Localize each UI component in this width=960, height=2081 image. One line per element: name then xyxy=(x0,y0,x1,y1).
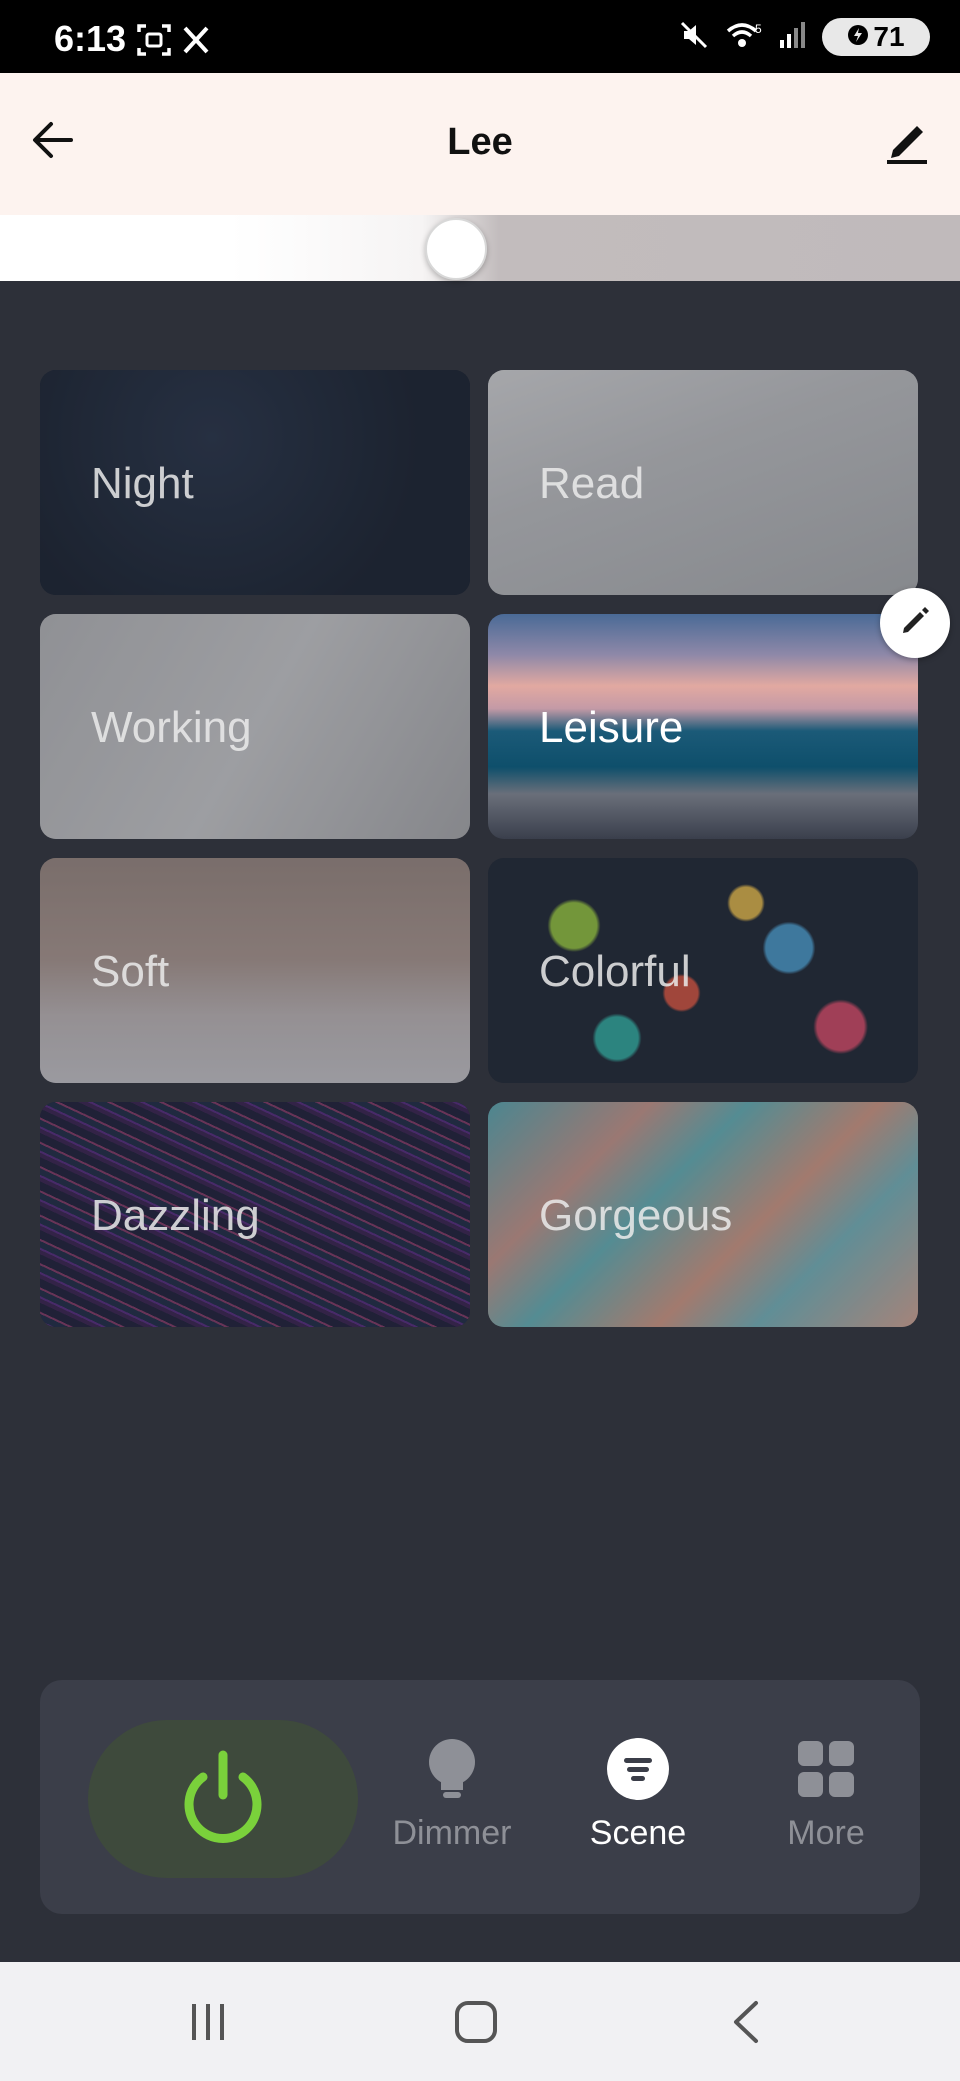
scene-label: Night xyxy=(91,459,194,508)
grid-icon xyxy=(796,1739,856,1804)
control-panel: Dimmer Scene More xyxy=(40,1680,920,1914)
header: Lee xyxy=(0,73,960,215)
scene-icon xyxy=(606,1737,670,1806)
scene-label: Read xyxy=(539,459,645,508)
status-time: 6:13 xyxy=(54,18,127,59)
scene-card-night[interactable]: Night xyxy=(40,370,470,595)
scene-card-read[interactable]: Read xyxy=(488,370,918,595)
nav-more-label: More xyxy=(787,1814,865,1852)
power-button[interactable] xyxy=(88,1720,358,1878)
nav-more[interactable]: More xyxy=(751,1738,901,1853)
recent-apps-icon xyxy=(186,2000,230,2049)
pencil-icon xyxy=(898,604,932,643)
pencil-icon xyxy=(883,118,929,169)
mute-icon xyxy=(678,19,710,56)
scene-label: Soft xyxy=(91,947,170,996)
scene-label: Gorgeous xyxy=(539,1191,733,1240)
scene-card-leisure[interactable]: Leisure xyxy=(488,614,918,839)
home-button[interactable] xyxy=(446,1996,506,2052)
scene-label: Colorful xyxy=(539,947,691,996)
scene-card-colorful[interactable]: Colorful xyxy=(488,858,918,1083)
brightness-slider[interactable] xyxy=(0,215,960,281)
status-bar: 6:13 5 71 xyxy=(0,0,960,73)
scene-card-dazzling[interactable]: Dazzling xyxy=(40,1102,470,1327)
nav-scene[interactable]: Scene xyxy=(563,1737,713,1853)
signal-icon xyxy=(778,20,808,55)
scene-card-working[interactable]: Working xyxy=(40,614,470,839)
scene-label: Working xyxy=(91,703,252,752)
scene-label: Dazzling xyxy=(91,1191,260,1240)
bulb-icon xyxy=(425,1738,479,1805)
nav-dimmer[interactable]: Dimmer xyxy=(377,1738,527,1853)
back-nav-button[interactable] xyxy=(716,1996,776,2052)
nav-dimmer-label: Dimmer xyxy=(392,1814,512,1852)
svg-text:5: 5 xyxy=(755,22,762,36)
battery-level: 71 xyxy=(873,21,905,52)
recent-apps-button[interactable] xyxy=(178,1996,238,2052)
nav-scene-label: Scene xyxy=(589,1814,687,1852)
charging-icon xyxy=(847,21,869,53)
edit-device-button[interactable] xyxy=(878,115,934,171)
scene-card-soft[interactable]: Soft xyxy=(40,858,470,1083)
page-title: Lee xyxy=(447,121,513,163)
system-nav-bar xyxy=(0,1962,960,2081)
x-app-icon xyxy=(182,25,210,60)
scene-card-gorgeous[interactable]: Gorgeous xyxy=(488,1102,918,1327)
home-icon xyxy=(453,1999,499,2050)
scene-label: Leisure xyxy=(539,703,684,752)
power-icon xyxy=(175,1747,271,1852)
back-chevron-icon xyxy=(728,1999,764,2050)
edit-scene-button[interactable] xyxy=(880,588,950,658)
screenshot-icon xyxy=(136,22,172,63)
brightness-slider-thumb[interactable] xyxy=(425,218,487,280)
wifi-icon: 5 xyxy=(724,19,764,56)
battery-indicator: 71 xyxy=(822,18,930,56)
